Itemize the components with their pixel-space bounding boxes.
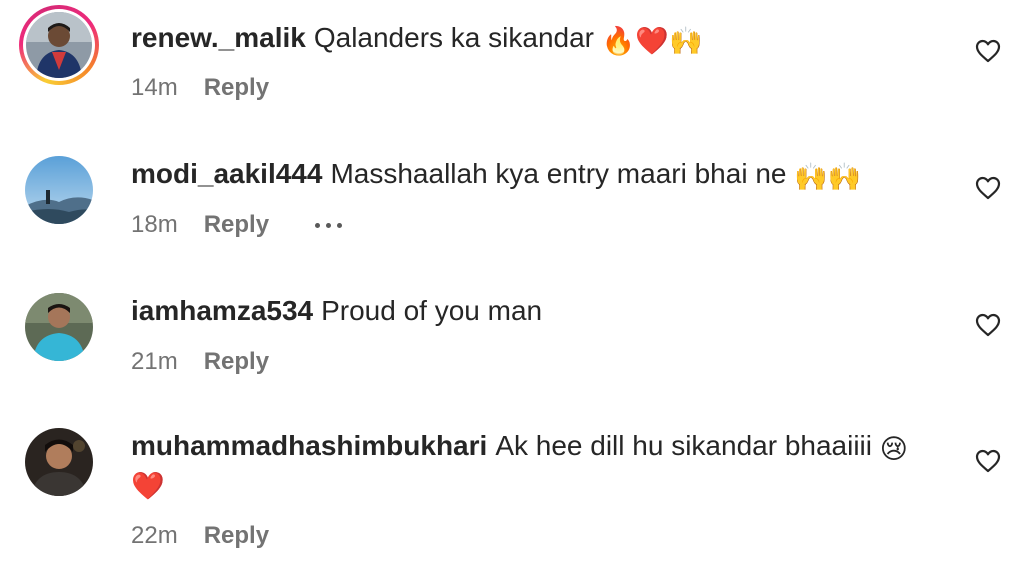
avatar[interactable] [25,293,93,361]
more-dots-icon[interactable] [315,222,343,228]
comment-timestamp: 14m [131,74,178,101]
comment-timestamp: 22m [131,522,178,549]
heart-outline-icon[interactable] [975,176,1001,200]
comment-username[interactable]: modi_aakil444 [131,158,322,189]
comment-text: modi_aakil444 Masshaallah kya entry maari… [131,156,931,193]
comment-body: Proud of you man [321,295,543,326]
comment-text: renew._malik Qalanders ka sikandar 🔥❤️🙌 [131,20,931,57]
avatar[interactable] [25,428,93,496]
comment-emojis: 🔥❤️🙌 [601,26,703,57]
avatar[interactable] [25,156,93,224]
reply-button[interactable]: Reply [204,521,269,551]
heart-outline-icon[interactable] [975,449,1001,473]
comment-username[interactable]: iamhamza534 [131,295,313,326]
reply-button[interactable]: Reply [204,210,269,240]
comment-meta: 22m Reply [131,521,269,551]
heart-outline-icon[interactable] [975,313,1001,337]
heart-outline-icon[interactable] [975,39,1001,63]
comment-emojis: 😢 [879,434,908,465]
reply-button[interactable]: Reply [204,73,269,103]
comment-emojis: 🙌🙌 [794,162,862,193]
comment-username[interactable]: renew._malik [131,22,306,53]
comment-timestamp: 18m [131,211,178,238]
avatar-story-ring[interactable] [19,5,99,85]
avatar [26,12,92,78]
comment-meta: 14m Reply [131,73,269,103]
comment-username[interactable]: muhammadhashimbukhari [131,430,487,461]
reply-button[interactable]: Reply [204,347,269,377]
comment-text: muhammadhashimbukhari Ak hee dill hu sika… [131,428,931,502]
comment-emojis-line2: ❤️ [131,471,165,502]
comment-text: iamhamza534 Proud of you man [131,293,931,329]
comment-body: Masshaallah kya entry maari bhai ne [330,158,787,189]
comment-body: Ak hee dill hu sikandar bhaaiiii [495,430,872,461]
comment-timestamp: 21m [131,348,178,375]
comment-meta: 18m Reply [131,210,343,240]
comment-body: Qalanders ka sikandar [313,22,594,53]
comment-meta: 21m Reply [131,347,269,377]
